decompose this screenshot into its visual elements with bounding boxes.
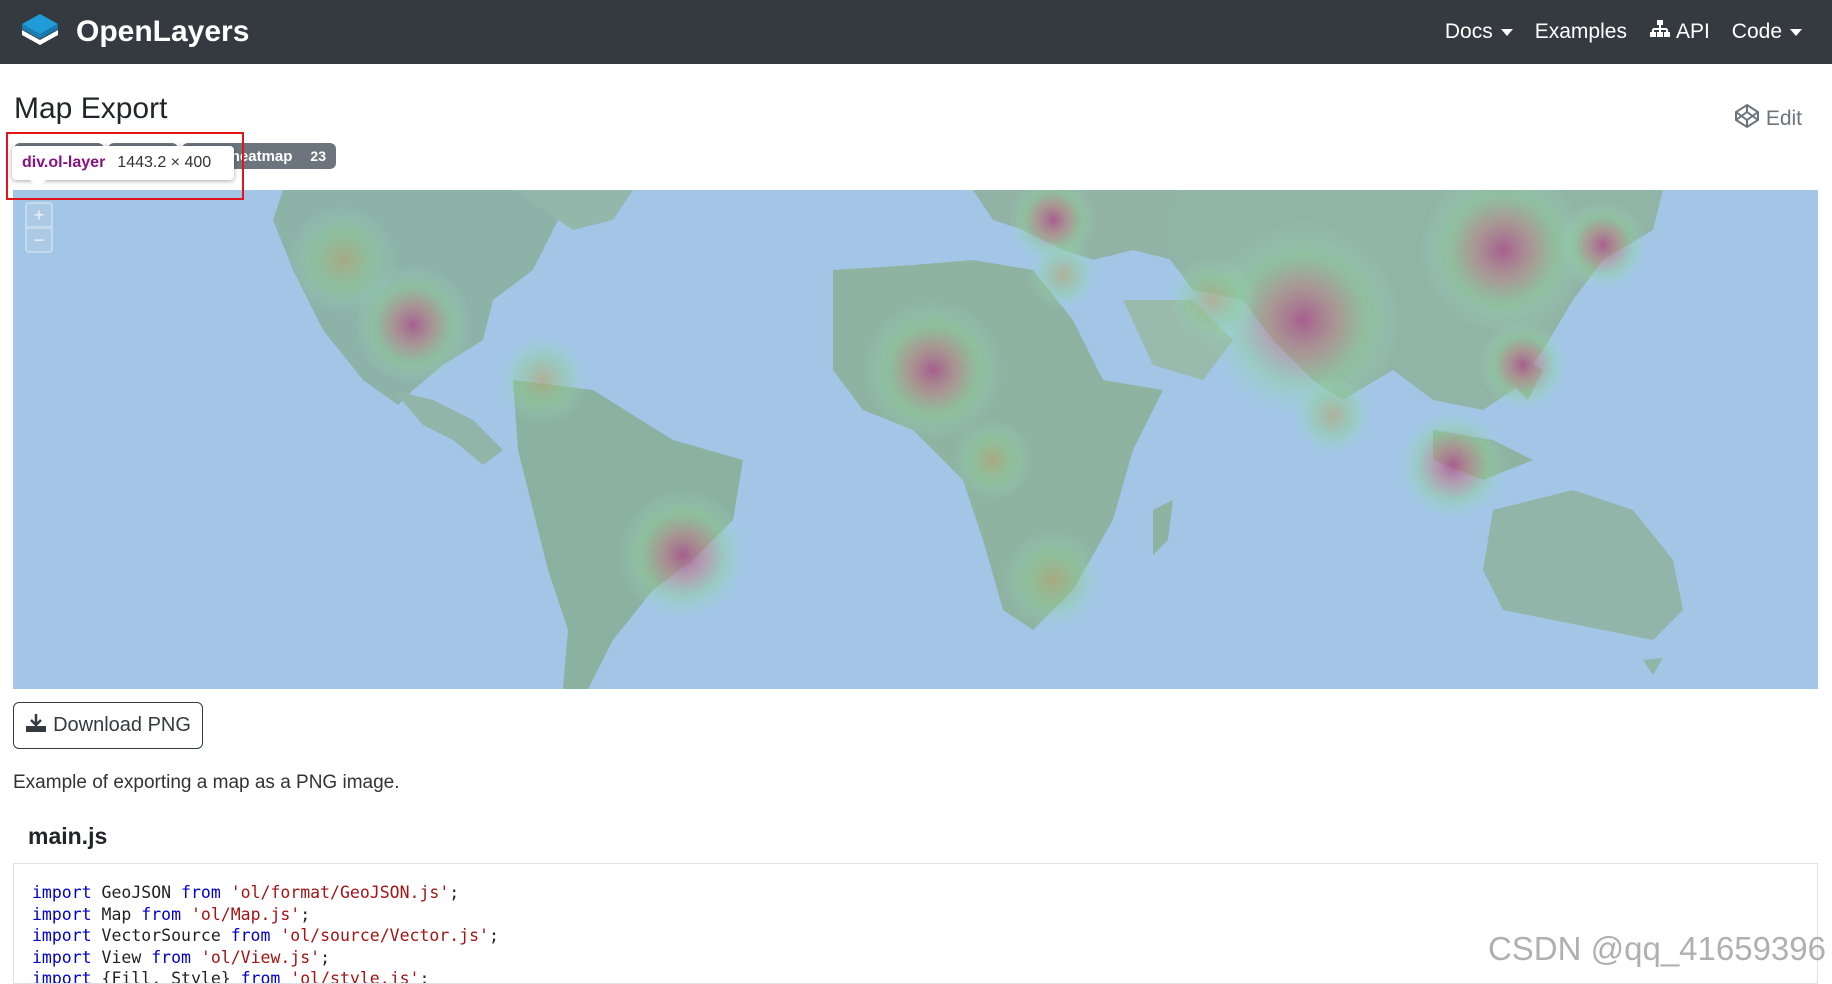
code-keyword: import — [32, 926, 92, 945]
download-png-button[interactable]: Download PNG — [13, 702, 203, 749]
nav-api-label: API — [1675, 20, 1710, 43]
nav-examples-label: Examples — [1534, 20, 1627, 43]
caret-down-icon — [1500, 28, 1513, 36]
zoom-in-button[interactable]: + — [27, 204, 51, 226]
code-line: import {Fill, Style} from 'ol/style.js'; — [32, 968, 1799, 984]
inspect-selector: div.ol-layer — [22, 154, 106, 171]
caret-down-icon — [1790, 28, 1802, 36]
nav-code-label: Code — [1731, 20, 1782, 43]
code-text: ; — [419, 969, 430, 984]
code-string: 'ol/View.js' — [200, 947, 321, 967]
nav-api[interactable]: API — [1649, 19, 1710, 45]
code-file-title: main.js — [28, 823, 108, 849]
code-text: Map — [91, 904, 142, 924]
edit-link[interactable]: Edit — [1734, 103, 1802, 135]
code-text: ; — [489, 926, 499, 945]
brand-name: OpenLayers — [76, 15, 250, 48]
code-text: ; — [449, 883, 460, 902]
code-string: 'ol/style.js' — [290, 969, 420, 984]
code-string: 'ol/Map.js' — [190, 904, 301, 924]
map-viewport[interactable]: + − — [13, 190, 1818, 689]
code-keyword: from — [151, 947, 191, 967]
watermark: CSDN @qq_41659396 — [1487, 930, 1826, 967]
edit-label: Edit — [1765, 107, 1802, 130]
inspect-dimensions: 1443.2 × 400 — [117, 154, 212, 171]
code-keyword: from — [230, 926, 271, 945]
tag-count: 23 — [310, 148, 326, 164]
nav-examples[interactable]: Examples — [1535, 20, 1627, 44]
code-keyword: import — [32, 947, 92, 967]
code-text: VectorSource — [91, 926, 231, 945]
code-line: import Map from 'ol/Map.js'; — [32, 904, 1799, 926]
zoom-out-button[interactable]: − — [27, 229, 51, 251]
code-text: ; — [320, 947, 331, 967]
nav-menu: Docs Examples API Code — [1445, 0, 1802, 64]
sitemap-icon — [1649, 19, 1671, 45]
example-description: Example of exporting a map as a PNG imag… — [13, 772, 400, 793]
nav-docs-label: Docs — [1444, 20, 1493, 43]
inspect-tooltip: div.ol-layer 1443.2 × 400 — [12, 146, 234, 188]
code-string: 'ol/source/Vector.js' — [280, 926, 489, 945]
code-text: View — [91, 947, 152, 967]
top-navbar: OpenLayers Docs Examples API Code — [0, 0, 1832, 64]
code-keyword: import — [32, 883, 92, 902]
brand-link[interactable]: OpenLayers — [18, 10, 249, 54]
code-keyword: import — [32, 969, 92, 984]
code-keyword: from — [141, 904, 182, 924]
code-text: ; — [300, 904, 311, 924]
openlayers-logo-icon — [18, 10, 62, 54]
code-text: GeoJSON — [91, 883, 182, 902]
code-text: {Fill, Style} — [91, 969, 241, 984]
download-icon — [25, 713, 47, 739]
code-keyword: import — [32, 904, 92, 924]
code-keyword: from — [181, 883, 221, 902]
world-map-layer — [13, 190, 1818, 689]
nav-code[interactable]: Code — [1732, 20, 1802, 44]
code-string: 'ol/format/GeoJSON.js' — [230, 883, 450, 902]
codepen-icon — [1734, 103, 1760, 135]
page-title: Map Export — [14, 92, 168, 125]
zoom-control: + − — [25, 202, 53, 253]
code-line: import GeoJSON from 'ol/format/GeoJSON.j… — [32, 882, 1799, 904]
code-keyword: from — [240, 969, 281, 984]
nav-docs[interactable]: Docs — [1445, 20, 1513, 44]
download-label: Download PNG — [53, 714, 191, 736]
